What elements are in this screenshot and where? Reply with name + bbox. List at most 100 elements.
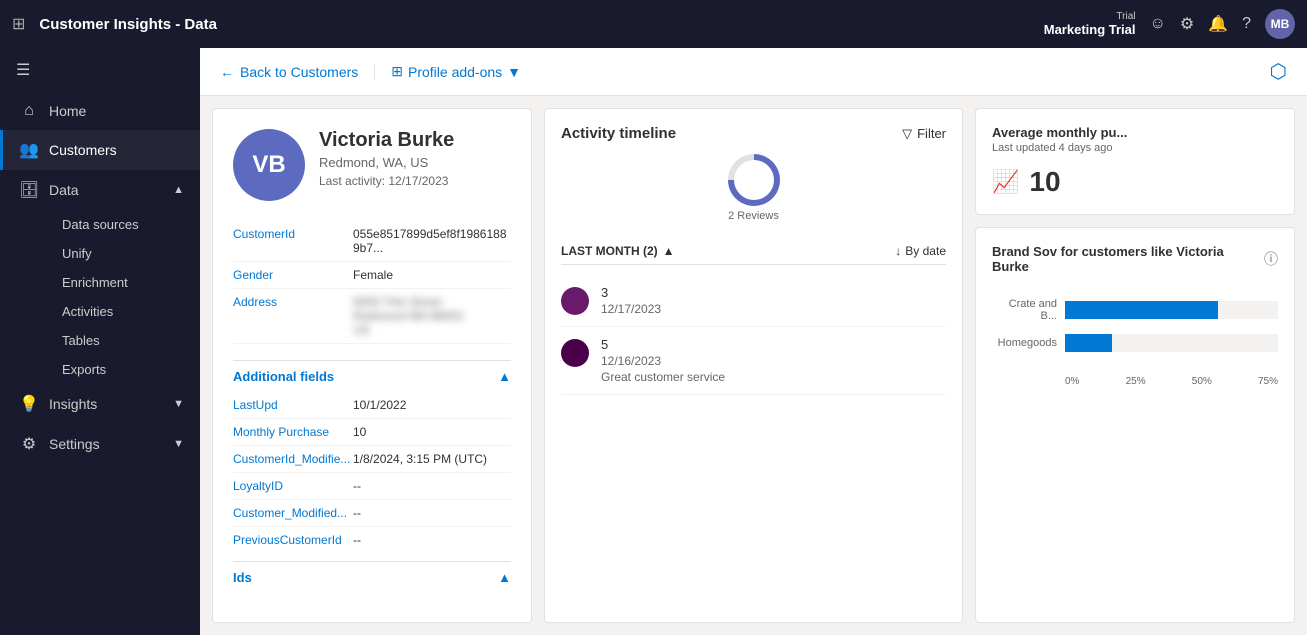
previous-customerid-label: PreviousCustomerId xyxy=(233,533,343,547)
data-sources-label: Data sources xyxy=(62,217,139,232)
metric-value: 10 xyxy=(1029,166,1060,198)
sidebar-item-exports[interactable]: Exports xyxy=(46,355,200,384)
metric-subtitle: Last updated 4 days ago xyxy=(992,142,1278,154)
customerid-value: 055e8517899d5ef8f19861889b7... xyxy=(353,227,511,255)
help-icon[interactable]: ? xyxy=(1242,15,1251,33)
customers-icon: 👥 xyxy=(19,140,39,160)
field-row-address: Address 5000 Thin StreetRedmond WA 98052… xyxy=(233,289,511,344)
customer-card: VB Victoria Burke Redmond, WA, US Last a… xyxy=(212,108,532,623)
lastupd-value: 10/1/2022 xyxy=(353,398,406,412)
by-date-label: By date xyxy=(905,244,946,258)
profile-addons-icon: ⊞ xyxy=(391,63,403,80)
profile-addons-chevron: ▼ xyxy=(507,64,521,80)
gender-value: Female xyxy=(353,268,393,282)
org-name: Marketing Trial xyxy=(1044,22,1136,37)
sidebar-item-settings[interactable]: ⚙ Settings ▼ xyxy=(0,424,200,464)
profile-addons-button[interactable]: ⊞ Profile add-ons ▼ xyxy=(391,63,521,80)
additional-fields-toggle[interactable]: Additional fields ▲ xyxy=(233,360,511,392)
settings-icon: ⚙ xyxy=(19,434,39,454)
x-label-1: 25% xyxy=(1126,376,1146,387)
activities-label: Activities xyxy=(62,304,113,319)
smiley-icon[interactable]: ☺ xyxy=(1149,15,1165,33)
data-expand-icon: ▲ xyxy=(173,184,184,196)
back-to-customers-button[interactable]: ← Back to Customers xyxy=(220,64,375,80)
brand-bar-bg-0 xyxy=(1065,301,1278,319)
additional-fields-label: Additional fields xyxy=(233,369,334,384)
brand-title-row: Brand Sov for customers like Victoria Bu… xyxy=(992,244,1278,274)
x-label-0: 0% xyxy=(1065,376,1079,387)
gear-icon[interactable]: ⚙ xyxy=(1180,14,1194,34)
customer-header: VB Victoria Burke Redmond, WA, US Last a… xyxy=(233,129,511,201)
activity-item-title-0: 3 xyxy=(601,285,946,300)
brand-bar-fill-1 xyxy=(1065,334,1112,352)
previous-customerid-value: -- xyxy=(353,533,361,547)
loyaltyid-label: LoyaltyID xyxy=(233,479,343,493)
lastupd-label: LastUpd xyxy=(233,398,343,412)
sidebar-label-home: Home xyxy=(49,103,86,119)
activity-panel: Activity timeline ▽ Filter 2 Reviews LAS… xyxy=(544,108,963,623)
additional-fields-chevron: ▲ xyxy=(498,369,511,384)
activity-item-date-1: 12/16/2023 xyxy=(601,354,946,368)
by-date-button[interactable]: ↓ By date xyxy=(895,244,946,258)
activity-item-content-1: 5 12/16/2023 Great customer service xyxy=(601,337,946,384)
activity-dot-1 xyxy=(561,339,589,367)
x-label-2: 50% xyxy=(1192,376,1212,387)
period-label-text: LAST MONTH (2) xyxy=(561,244,658,258)
field-row-lastupd: LastUpd 10/1/2022 xyxy=(233,392,511,419)
customer-modified-value: -- xyxy=(353,506,361,520)
back-label: Back to Customers xyxy=(240,64,358,80)
field-row-customerid-modified: CustomerId_Modifie... 1/8/2024, 3:15 PM … xyxy=(233,446,511,473)
metric-trend-icon: 📈 xyxy=(992,169,1019,195)
customer-info: Victoria Burke Redmond, WA, US Last acti… xyxy=(319,129,454,188)
review-bubble: 2 Reviews xyxy=(561,154,946,222)
customer-avatar: VB xyxy=(233,129,305,201)
hamburger-icon[interactable]: ☰ xyxy=(0,48,200,92)
brand-chart: Crate and B... Homegoods xyxy=(992,290,1278,372)
content-area: VB Victoria Burke Redmond, WA, US Last a… xyxy=(200,96,1307,635)
gender-label: Gender xyxy=(233,268,343,282)
chart-x-axis: 0% 25% 50% 75% xyxy=(992,376,1278,387)
sidebar-item-enrichment[interactable]: Enrichment xyxy=(46,268,200,297)
sidebar-item-data-sources[interactable]: Data sources xyxy=(46,210,200,239)
ids-label: Ids xyxy=(233,570,252,585)
metric-card: Average monthly pu... Last updated 4 day… xyxy=(975,108,1295,215)
sort-icon: ↓ xyxy=(895,244,901,258)
ids-chevron: ▲ xyxy=(498,570,511,585)
field-row-loyaltyid: LoyaltyID -- xyxy=(233,473,511,500)
sidebar-item-tables[interactable]: Tables xyxy=(46,326,200,355)
brand-info-icon[interactable]: ⓘ xyxy=(1264,249,1278,269)
period-label-button[interactable]: LAST MONTH (2) ▲ xyxy=(561,244,675,258)
filter-icon: ▽ xyxy=(902,126,912,142)
sidebar-label-customers: Customers xyxy=(49,142,117,158)
user-avatar[interactable]: MB xyxy=(1265,9,1295,39)
brand-bar-row-0: Crate and B... xyxy=(992,298,1278,322)
activity-item-content-0: 3 12/17/2023 xyxy=(601,285,946,316)
app-title: Customer Insights - Data xyxy=(39,16,1033,33)
field-row-previous-customerid: PreviousCustomerId -- xyxy=(233,527,511,553)
sidebar-item-data[interactable]: 🗄 Data ▲ xyxy=(0,170,200,210)
filter-label: Filter xyxy=(917,126,946,141)
sidebar-item-customers[interactable]: 👥 Customers xyxy=(0,130,200,170)
brand-label-0: Crate and B... xyxy=(992,298,1057,322)
right-panel: Average monthly pu... Last updated 4 day… xyxy=(975,108,1295,623)
activity-item-1: 5 12/16/2023 Great customer service xyxy=(561,327,946,395)
monthly-purchase-value: 10 xyxy=(353,425,366,439)
exports-label: Exports xyxy=(62,362,106,377)
sidebar-item-activities[interactable]: Activities xyxy=(46,297,200,326)
sidebar: ☰ ⌂ Home 👥 Customers 🗄 Data ▲ Data sourc… xyxy=(0,48,200,635)
dynamics-icon[interactable]: ⬡ xyxy=(1270,61,1287,83)
metric-title: Average monthly pu... xyxy=(992,125,1278,140)
field-row-customerid: CustomerId 055e8517899d5ef8f19861889b7..… xyxy=(233,221,511,262)
data-submenu: Data sources Unify Enrichment Activities… xyxy=(0,210,200,384)
field-row-customer-modified: Customer_Modified... -- xyxy=(233,500,511,527)
sidebar-item-insights[interactable]: 💡 Insights ▼ xyxy=(0,384,200,424)
sidebar-item-unify[interactable]: Unify xyxy=(46,239,200,268)
customerid-label: CustomerId xyxy=(233,227,343,255)
metric-value-row: 📈 10 xyxy=(992,166,1278,198)
sidebar-item-home[interactable]: ⌂ Home xyxy=(0,92,200,130)
grid-icon[interactable]: ⊞ xyxy=(12,14,25,34)
bell-icon[interactable]: 🔔 xyxy=(1208,14,1228,34)
filter-button[interactable]: ▽ Filter xyxy=(902,126,946,142)
ids-toggle[interactable]: Ids ▲ xyxy=(233,561,511,593)
x-label-3: 75% xyxy=(1258,376,1278,387)
